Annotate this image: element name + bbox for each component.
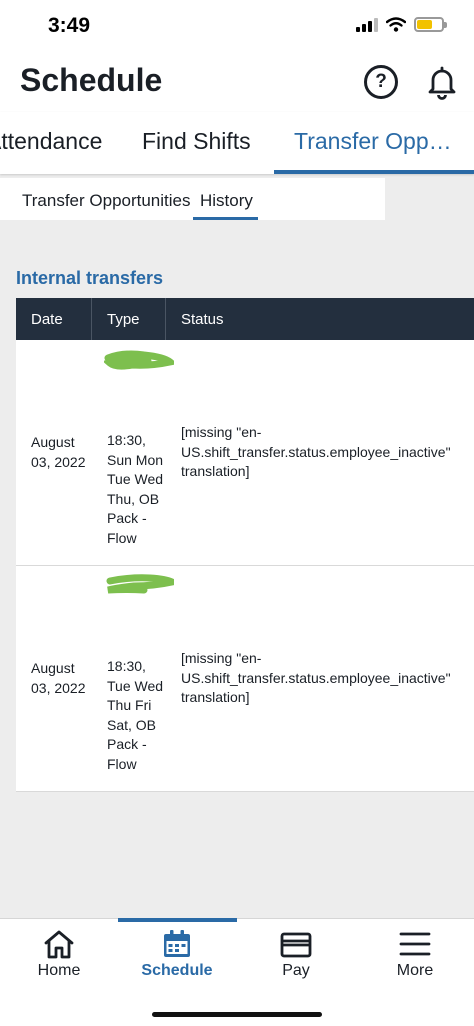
table-row: August 03, 2022 18:30, Sun Mon Tue Wed T… — [16, 340, 474, 566]
nav-label: More — [396, 962, 434, 979]
column-header-type: Type — [92, 298, 166, 340]
tab-transfer-opportunities[interactable]: Transfer Opp… — [294, 128, 452, 155]
status-bar: 3:49 — [0, 0, 474, 52]
cell-status: [missing "en-US.shift_transfer.status.em… — [181, 424, 451, 480]
cell-status: [missing "en-US.shift_transfer.status.em… — [181, 650, 451, 706]
home-indicator — [152, 1012, 322, 1017]
menu-icon — [399, 932, 431, 956]
clock: 3:49 — [48, 14, 91, 37]
column-header-date: Date — [16, 298, 92, 340]
nav-home[interactable]: Home — [0, 919, 118, 999]
nav-label: Pay — [282, 962, 310, 979]
nav-pay[interactable]: Pay — [237, 919, 355, 999]
section-title: Internal transfers — [16, 268, 164, 288]
nav-more[interactable]: More — [356, 919, 474, 999]
sub-tab-bar: Transfer Opportunities History — [0, 178, 385, 220]
cell-type: 18:30, Tue Wed Thu Fri Sat, OB Pack - Fl… — [92, 566, 174, 791]
active-subtab-indicator — [193, 217, 258, 220]
wallet-icon — [280, 932, 312, 958]
home-icon — [44, 930, 74, 959]
redaction-scribble — [104, 350, 174, 370]
help-icon[interactable]: ? — [364, 65, 398, 99]
app-header: Schedule ? — [0, 52, 474, 112]
top-tab-bar: Attendance Find Shifts Transfer Opp… — [0, 112, 474, 174]
tab-attendance[interactable]: Attendance — [0, 128, 102, 155]
active-tab-indicator — [274, 170, 474, 174]
bell-icon[interactable] — [424, 64, 460, 100]
nav-label: Schedule — [141, 962, 213, 979]
tab-find-shifts[interactable]: Find Shifts — [142, 128, 251, 155]
signal-icon — [356, 17, 378, 32]
subtab-transfer-opportunities[interactable]: Transfer Opportunities — [22, 191, 191, 211]
column-header-status: Status — [181, 310, 224, 328]
type-text: 18:30, Tue Wed Thu Fri Sat, OB Pack - Fl… — [107, 658, 164, 772]
type-text: 18:30, Sun Mon Tue Wed Thu, OB Pack - Fl… — [107, 432, 164, 546]
calendar-icon — [164, 930, 190, 957]
bottom-nav: Home Schedule Pay More — [0, 918, 474, 1026]
nav-schedule[interactable]: Schedule — [118, 919, 236, 999]
cell-date: August 03, 2022 — [31, 434, 86, 470]
wifi-icon — [386, 17, 406, 32]
battery-icon — [414, 17, 447, 32]
nav-label: Home — [37, 962, 81, 979]
cell-date: August 03, 2022 — [31, 660, 86, 696]
table-row: August 03, 2022 18:30, Tue Wed Thu Fri S… — [16, 566, 474, 792]
table-header: Date Type Status — [16, 298, 474, 340]
status-icons — [356, 17, 447, 32]
transfers-table: Date Type Status August 03, 2022 18:30, … — [16, 298, 474, 792]
cell-type: 18:30, Sun Mon Tue Wed Thu, OB Pack - Fl… — [92, 340, 174, 565]
page-title: Schedule — [20, 62, 163, 98]
redaction-scribble — [106, 574, 174, 594]
subtab-history[interactable]: History — [200, 191, 253, 211]
